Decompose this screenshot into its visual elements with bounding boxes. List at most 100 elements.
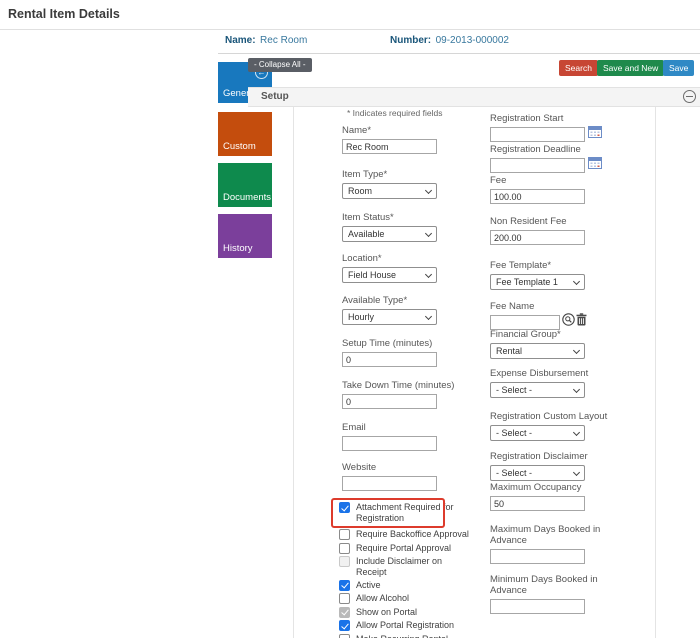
number-value: 09-2013-000002: [436, 35, 509, 46]
field-expense-disbursement: Expense Disbursement - Select -: [490, 368, 588, 398]
non-resident-fee-input[interactable]: [490, 230, 585, 245]
fee-label: Fee: [490, 175, 585, 186]
take-down-time-input[interactable]: [342, 394, 437, 409]
calendar-icon[interactable]: [588, 125, 602, 138]
name-field-label: Name*: [342, 125, 437, 136]
calendar-icon[interactable]: [588, 156, 602, 169]
collapse-all-button[interactable]: - Collapse All -: [248, 58, 312, 72]
save-and-new-button[interactable]: Save and New: [597, 60, 664, 76]
checkbox[interactable]: [339, 580, 350, 591]
registration-deadline-input[interactable]: [490, 158, 585, 173]
content-left-border: [293, 107, 294, 638]
field-max-days-booked: Maximum Days Booked in Advance: [490, 524, 608, 564]
expense-disbursement-value: - Select -: [496, 385, 532, 395]
chevron-down-icon: [573, 428, 580, 435]
website-input[interactable]: [342, 476, 437, 491]
tab-label: Documents: [223, 192, 271, 203]
field-financial-group: Financial Group* Rental: [490, 329, 585, 359]
field-setup-time: Setup Time (minutes): [342, 338, 437, 367]
sidebar-tab-history[interactable]: History: [218, 214, 272, 258]
max-days-booked-input[interactable]: [490, 549, 585, 564]
checkbox-row-attachment-required[interactable]: Attachment Required for Registration: [339, 502, 484, 523]
field-registration-custom-layout: Registration Custom Layout - Select -: [490, 411, 607, 441]
checkbox[interactable]: [339, 543, 350, 554]
number-label: Number:: [390, 35, 431, 46]
checkbox-row-active[interactable]: Active: [339, 580, 484, 591]
checkbox-row-make-recurring-rental[interactable]: Make Recurring Rental: [339, 634, 484, 638]
registration-disclaimer-value: - Select -: [496, 468, 532, 478]
item-status-select[interactable]: Available: [342, 226, 437, 242]
registration-custom-layout-select[interactable]: - Select -: [490, 425, 585, 441]
item-number-summary: Number: 09-2013-000002: [390, 30, 509, 48]
field-non-resident-fee: Non Resident Fee: [490, 216, 585, 245]
checkbox-row-allow-portal-registration[interactable]: Allow Portal Registration: [339, 620, 484, 631]
checkbox[interactable]: [339, 529, 350, 540]
save-button[interactable]: Save: [663, 60, 694, 76]
email-input[interactable]: [342, 436, 437, 451]
fee-template-label: Fee Template*: [490, 260, 585, 271]
location-value: Field House: [348, 270, 396, 280]
field-registration-start: Registration Start: [490, 113, 585, 142]
trash-icon[interactable]: [576, 313, 587, 326]
checkbox-row-require-backoffice-approval[interactable]: Require Backoffice Approval: [339, 529, 484, 540]
search-button[interactable]: Search: [559, 60, 598, 76]
checkbox-label: Allow Portal Registration: [356, 620, 454, 631]
chevron-down-icon: [573, 346, 580, 353]
checkbox: [339, 556, 350, 567]
fee-template-select[interactable]: Fee Template 1: [490, 274, 585, 290]
checkbox-label: Attachment Required for Registration: [356, 502, 464, 523]
registration-deadline-label: Registration Deadline: [490, 144, 585, 155]
setup-time-input[interactable]: [342, 352, 437, 367]
expense-disbursement-label: Expense Disbursement: [490, 368, 588, 379]
checkbox-label: Include Disclaimer on Receipt: [356, 556, 464, 577]
required-fields-note: * Indicates required fields: [347, 108, 442, 118]
field-registration-disclaimer: Registration Disclaimer - Select -: [490, 451, 588, 481]
checkbox[interactable]: [339, 634, 350, 638]
item-type-select[interactable]: Room: [342, 183, 437, 199]
checkbox-label: Show on Portal: [356, 607, 417, 618]
take-down-time-label: Take Down Time (minutes): [342, 380, 454, 391]
registration-custom-layout-value: - Select -: [496, 428, 532, 438]
field-available-type: Available Type* Hourly: [342, 295, 437, 325]
field-fee-template: Fee Template* Fee Template 1: [490, 260, 585, 290]
fee-input[interactable]: [490, 189, 585, 204]
name-value: Rec Room: [260, 35, 307, 46]
field-item-status: Item Status* Available: [342, 212, 437, 242]
maximum-occupancy-input[interactable]: [490, 496, 585, 511]
registration-disclaimer-select[interactable]: - Select -: [490, 465, 585, 481]
collapse-section-icon[interactable]: [683, 90, 696, 103]
location-label: Location*: [342, 253, 437, 264]
checkbox-label: Active: [356, 580, 381, 591]
chevron-down-icon: [425, 312, 432, 319]
location-select[interactable]: Field House: [342, 267, 437, 283]
min-days-booked-label: Minimum Days Booked in Advance: [490, 574, 608, 596]
checkbox[interactable]: [339, 593, 350, 604]
item-status-label: Item Status*: [342, 212, 437, 223]
financial-group-label: Financial Group*: [490, 329, 585, 340]
fee-name-label: Fee Name: [490, 301, 560, 312]
financial-group-value: Rental: [496, 346, 522, 356]
registration-start-input[interactable]: [490, 127, 585, 142]
checkbox-row-include-disclaimer: Include Disclaimer on Receipt: [339, 556, 484, 577]
checkbox-row-require-portal-approval[interactable]: Require Portal Approval: [339, 543, 484, 554]
expense-disbursement-select[interactable]: - Select -: [490, 382, 585, 398]
magnifier-icon[interactable]: [562, 313, 575, 326]
fee-name-input[interactable]: [490, 315, 560, 330]
checkbox[interactable]: [339, 620, 350, 631]
financial-group-select[interactable]: Rental: [490, 343, 585, 359]
min-days-booked-input[interactable]: [490, 599, 585, 614]
sidebar-tab-documents[interactable]: Documents: [218, 163, 272, 207]
field-take-down-time: Take Down Time (minutes): [342, 380, 454, 409]
item-type-value: Room: [348, 186, 372, 196]
content-top-divider: [218, 53, 700, 54]
setup-section-header[interactable]: Setup: [248, 87, 700, 107]
checkbox-row-allow-alcohol[interactable]: Allow Alcohol: [339, 593, 484, 604]
name-input[interactable]: [342, 139, 437, 154]
registration-start-label: Registration Start: [490, 113, 585, 124]
checkbox[interactable]: [339, 502, 350, 513]
fee-template-value: Fee Template 1: [496, 277, 558, 287]
tab-label: History: [223, 243, 253, 254]
checkbox-label: Require Backoffice Approval: [356, 529, 469, 540]
sidebar-tab-custom[interactable]: Custom: [218, 112, 272, 156]
available-type-select[interactable]: Hourly: [342, 309, 437, 325]
